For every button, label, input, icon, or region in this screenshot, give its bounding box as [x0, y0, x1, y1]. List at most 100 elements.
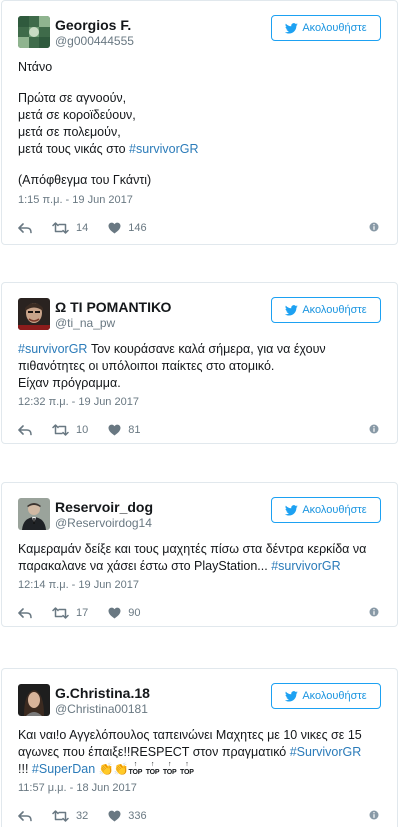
tweet-timestamp[interactable]: 11:57 μ.μ. - 18 Jun 2017	[2, 781, 153, 795]
tweet-text-span: παρακαλανε να χάσει έστω στο PlayStation…	[18, 559, 268, 573]
top-arrow-label: TOP	[128, 769, 143, 776]
reply-button[interactable]	[18, 222, 32, 234]
hashtag-link[interactable]: #SurvivorGR	[290, 745, 362, 759]
author-avatar[interactable]	[18, 298, 50, 330]
retweet-count: 10	[76, 424, 89, 436]
tweet-timestamp[interactable]: 12:32 π.μ. - 19 Jun 2017	[2, 395, 155, 409]
follow-button-label: Ακολουθήστε	[302, 22, 367, 34]
tweet-text-span: μετά τους νικάς στο	[18, 142, 126, 156]
follow-button[interactable]: Ακολουθήστε	[271, 297, 381, 323]
heart-icon	[108, 607, 121, 619]
like-count: 81	[128, 424, 141, 436]
retweet-button[interactable]: 17	[52, 607, 88, 619]
hashtag-link[interactable]: #survivorGR	[271, 559, 340, 573]
top-arrow-label: TOP	[162, 769, 177, 776]
info-icon[interactable]	[369, 424, 379, 437]
green-pattern-avatar-icon	[18, 16, 50, 48]
tweet-line: πιθανότητες οι υπόλοιποι παίκτες στο ατο…	[18, 359, 275, 373]
tweet-text: Ντάνο Πρώτα σε αγνοούν, μετά σε κοροϊδεύ…	[2, 59, 397, 189]
tweet-actions: 17 90	[2, 602, 397, 624]
portrait-avatar-icon	[18, 684, 50, 716]
twitter-bird-icon	[285, 690, 299, 701]
author-name[interactable]: G.Christina.18	[55, 685, 150, 701]
author-handle[interactable]: @g000444555	[55, 34, 134, 48]
top-arrow-icon: ↑ TOP	[180, 761, 194, 776]
like-button[interactable]: 336	[108, 810, 147, 822]
author-name[interactable]: Georgios F.	[55, 17, 131, 33]
tweet-card: G.Christina.18 @Christina00181 Ακολουθήσ…	[1, 668, 398, 827]
tweet-line: αγωνες που έπαιξε!!RESPECT στον πραγματι…	[18, 744, 381, 761]
tweet-header: Ω ΤΙ ΡΟΜΑΝΤΙΚΟ @ti_na_pw Ακολουθήστε	[2, 283, 397, 335]
clapping-hands-icon: 👏	[113, 762, 129, 776]
author-name[interactable]: Ω ΤΙ ΡΟΜΑΝΤΙΚΟ	[55, 299, 171, 315]
tweet-card: Georgios F. @g000444555 Ακολουθήστε Ντάν…	[1, 0, 398, 245]
retweet-button[interactable]: 10	[52, 424, 88, 436]
tweet-text-span: !!!	[18, 762, 29, 776]
reply-button[interactable]	[18, 424, 32, 436]
tweet-line: (Απόφθεγμα του Γκάντι)	[18, 173, 152, 187]
reply-button[interactable]	[18, 810, 32, 822]
hashtag-link[interactable]: #survivorGR	[18, 342, 87, 356]
retweet-icon	[52, 424, 69, 436]
tweet-line: μετά τους νικάς στο #survivorGR	[18, 141, 381, 158]
tweet-feed: Georgios F. @g000444555 Ακολουθήστε Ντάν…	[0, 0, 400, 827]
tweet-header: Reservoir_dog @Reservoirdog14 Ακολουθήστ…	[2, 483, 397, 535]
retweet-icon	[52, 222, 69, 234]
author-avatar[interactable]	[18, 498, 50, 530]
info-icon[interactable]	[369, 810, 379, 823]
twitter-bird-icon	[285, 304, 299, 315]
retweet-button[interactable]: 14	[52, 222, 88, 234]
tweet-card: Ω ΤΙ ΡΟΜΑΝΤΙΚΟ @ti_na_pw Ακολουθήστε #su…	[1, 282, 398, 444]
follow-button-label: Ακολουθήστε	[302, 304, 367, 316]
heart-icon	[108, 424, 121, 436]
author-avatar[interactable]	[18, 16, 50, 48]
reply-icon	[18, 607, 32, 618]
retweet-icon	[52, 607, 69, 619]
tweet-line: μετά σε πολεμούν,	[18, 125, 121, 139]
tweet-line: #survivorGR Τον κουράσανε καλά σήμερα, γ…	[18, 341, 381, 358]
follow-button-label: Ακολουθήστε	[302, 690, 367, 702]
like-button[interactable]: 90	[108, 607, 141, 619]
movie-character-avatar-icon	[18, 298, 50, 330]
tweet-line: Καμεραμάν δείξε και τους μαχητές πίσω στ…	[18, 542, 367, 556]
top-arrow-icon: ↑ TOP	[162, 761, 177, 776]
author-handle[interactable]: @Reservoirdog14	[55, 516, 152, 530]
author-name[interactable]: Reservoir_dog	[55, 499, 153, 515]
retweet-button[interactable]: 32	[52, 810, 88, 822]
follow-button-label: Ακολουθήστε	[302, 504, 367, 516]
tweet-timestamp[interactable]: 12:14 π.μ. - 19 Jun 2017	[2, 578, 155, 592]
hashtag-link[interactable]: #survivorGR	[129, 142, 198, 156]
follow-button[interactable]: Ακολουθήστε	[271, 15, 381, 41]
like-count: 336	[128, 810, 147, 822]
tweet-line: παρακαλανε να χάσει έστω στο PlayStation…	[18, 558, 381, 575]
follow-button[interactable]: Ακολουθήστε	[271, 683, 381, 709]
suited-man-avatar-icon	[18, 498, 50, 530]
info-icon[interactable]	[369, 222, 379, 235]
top-arrow-label: TOP	[145, 769, 160, 776]
tweet-timestamp[interactable]: 1:15 π.μ. - 19 Jun 2017	[2, 193, 149, 207]
author-handle[interactable]: @Christina00181	[55, 702, 148, 716]
reply-button[interactable]	[18, 607, 32, 619]
tweet-line: Πρώτα σε αγνοούν,	[18, 91, 127, 105]
twitter-bird-icon	[285, 504, 299, 515]
tweet-actions: 14 146	[2, 217, 397, 239]
author-avatar[interactable]	[18, 684, 50, 716]
like-button[interactable]: 146	[108, 222, 147, 234]
tweet-text-span: αγωνες που έπαιξε!!RESPECT στον πραγματι…	[18, 745, 287, 759]
author-handle[interactable]: @ti_na_pw	[55, 316, 115, 330]
retweet-icon	[52, 810, 69, 822]
twitter-bird-icon	[285, 22, 299, 33]
like-count: 90	[128, 607, 141, 619]
tweet-line: Ντάνο	[18, 60, 53, 74]
like-button[interactable]: 81	[108, 424, 141, 436]
hashtag-link[interactable]: #SuperDan	[32, 762, 95, 776]
follow-button[interactable]: Ακολουθήστε	[271, 497, 381, 523]
tweet-card: Reservoir_dog @Reservoirdog14 Ακολουθήστ…	[1, 482, 398, 627]
tweet-actions: 10 81	[2, 419, 397, 441]
like-count: 146	[128, 222, 147, 234]
tweet-line: μετά σε κοροϊδεύουν,	[18, 108, 136, 122]
info-icon[interactable]	[369, 607, 379, 620]
heart-icon	[108, 810, 121, 822]
top-arrow-icon: ↑ TOP	[145, 761, 160, 776]
retweet-count: 14	[76, 222, 89, 234]
